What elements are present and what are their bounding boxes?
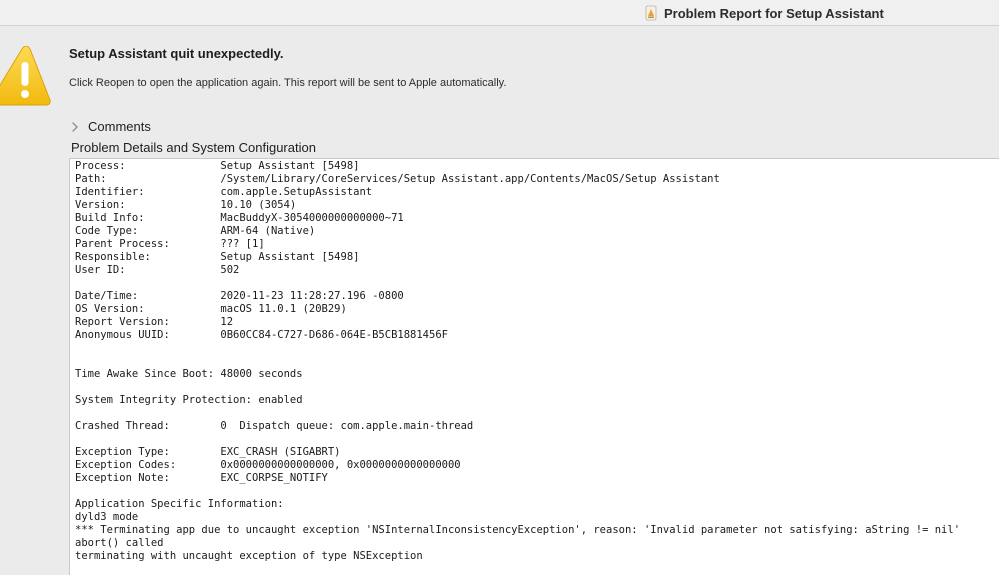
- problem-details-label: Problem Details and System Configuration: [71, 140, 316, 155]
- crash-report-text[interactable]: Process: Setup Assistant [5498] Path: /S…: [75, 160, 960, 563]
- setup-assistant-app-icon: [644, 5, 658, 21]
- alert-message: Click Reopen to open the application aga…: [69, 77, 507, 89]
- title-bar[interactable]: Problem Report for Setup Assistant: [0, 0, 999, 26]
- problem-report-window: Problem Report for Setup Assistant Setup…: [0, 0, 999, 575]
- warning-triangle-icon: [0, 45, 52, 108]
- comments-disclosure[interactable]: Comments: [70, 117, 151, 135]
- window-title-group: Problem Report for Setup Assistant: [644, 4, 884, 22]
- problem-details-text-view[interactable]: Process: Setup Assistant [5498] Path: /S…: [69, 158, 999, 575]
- chevron-right-icon[interactable]: [70, 120, 80, 132]
- comments-label[interactable]: Comments: [88, 119, 151, 134]
- window-title: Problem Report for Setup Assistant: [664, 5, 884, 21]
- alert-headline: Setup Assistant quit unexpectedly.: [69, 46, 284, 61]
